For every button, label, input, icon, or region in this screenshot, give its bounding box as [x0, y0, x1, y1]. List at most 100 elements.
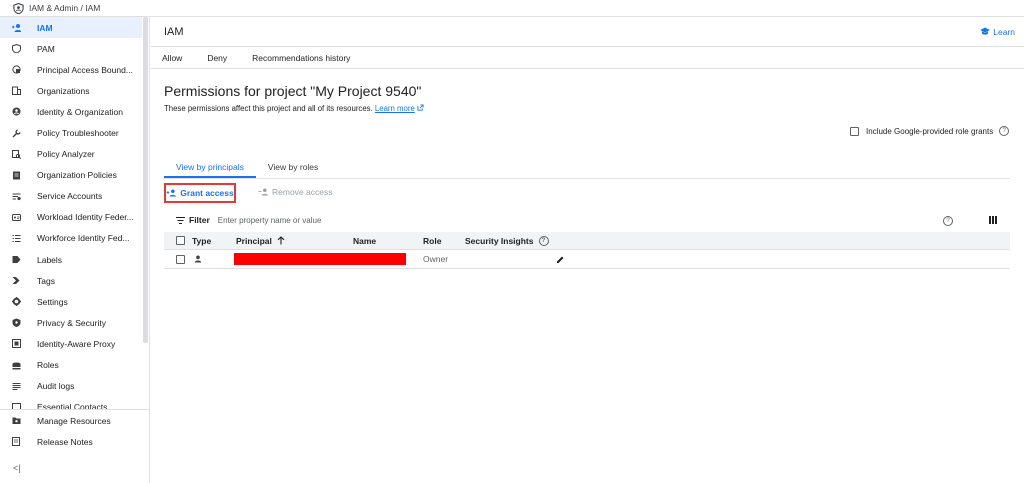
row-checkbox[interactable]	[176, 254, 185, 264]
sidebar-item-label: Policy Analyzer	[37, 149, 95, 160]
sidebar-item-essential-contacts[interactable]: Essential Contacts	[0, 397, 142, 409]
table-row: Owner	[164, 250, 1010, 269]
sidebar-item-pam[interactable]: PAM	[0, 38, 142, 59]
sidebar-item-audit-logs[interactable]: Audit logs	[0, 376, 142, 397]
sidebar: IAM PAM Principal Access Bound... Organizat…	[0, 17, 150, 483]
page-header: IAM Learn	[151, 17, 1024, 47]
page-description: These permissions affect this project an…	[164, 104, 424, 113]
sidebar-item-workforce-identity-fed[interactable]: Workforce Identity Fed...	[0, 228, 142, 249]
sidebar-nav: IAM PAM Principal Access Bound... Organizat…	[0, 17, 142, 409]
remove-person-icon	[258, 188, 268, 196]
col-role[interactable]: Role	[423, 232, 441, 249]
id-card-icon	[12, 213, 21, 222]
sidebar-item-label: Organization Policies	[37, 170, 117, 181]
help-icon[interactable]: ?	[999, 126, 1010, 136]
sidebar-item-label: Policy Troubleshooter	[37, 128, 119, 139]
sidebar-item-policy-troubleshooter[interactable]: Policy Troubleshooter	[0, 122, 142, 143]
sidebar-item-roles[interactable]: Roles	[0, 355, 142, 376]
filter-icon	[176, 216, 185, 224]
tab-view-by-roles[interactable]: View by roles	[256, 157, 330, 178]
tab-allow[interactable]: Allow	[162, 53, 182, 63]
insights-help-icon[interactable]: ?	[538, 235, 549, 246]
sidebar-bottom: Manage Resources Release Notes	[0, 409, 149, 452]
tab-recommendations-history[interactable]: Recommendations history	[252, 53, 350, 63]
sidebar-item-iam[interactable]: IAM	[0, 17, 142, 39]
page-title: Permissions for project "My Project 9540…	[164, 83, 422, 99]
sidebar-item-workload-identity-feder[interactable]: Workload Identity Feder...	[0, 207, 142, 228]
policy-tabs: Allow Deny Recommendations history	[151, 47, 1024, 69]
notes-icon	[12, 437, 21, 446]
sidebar-item-label: Principal Access Bound...	[37, 64, 133, 75]
remove-access-label: Remove access	[272, 187, 333, 197]
sidebar-item-label: Identity-Aware Proxy	[37, 338, 116, 349]
col-security-insights[interactable]: Security Insights ?	[465, 232, 549, 249]
table-help-icon[interactable]: ?	[943, 216, 953, 226]
sidebar-item-label: Release Notes	[37, 436, 93, 447]
sidebar-item-principal-access-bound[interactable]: Principal Access Bound...	[0, 59, 142, 80]
sidebar-item-label: Tags	[37, 275, 55, 286]
sidebar-item-label: Privacy & Security	[37, 317, 106, 328]
filter-label: Filter	[189, 215, 210, 225]
sidebar-item-label: Identity & Organization	[37, 106, 123, 117]
col-principal[interactable]: Principal	[236, 232, 285, 249]
learn-label: Learn	[993, 26, 1015, 37]
proxy-icon	[12, 339, 21, 349]
sidebar-item-identity-organization[interactable]: Identity & Organization	[0, 101, 142, 122]
filter-bar[interactable]: Filter Enter property name or value	[164, 210, 1010, 230]
audit-icon	[12, 382, 21, 391]
sidebar-item-label: IAM	[37, 22, 53, 33]
sidebar-item-organizations[interactable]: Organizations	[0, 80, 142, 101]
description-text: These permissions affect this project an…	[164, 104, 373, 113]
learn-button[interactable]: Learn	[980, 27, 1015, 37]
sidebar-item-manage-resources[interactable]: Manage Resources	[0, 410, 149, 431]
page-header-title: IAM	[164, 25, 184, 38]
redacted-principal	[234, 253, 406, 265]
gear-icon	[12, 297, 21, 307]
sidebar-item-settings[interactable]: Settings	[0, 291, 142, 312]
col-security-insights-label: Security Insights	[465, 235, 534, 246]
col-type[interactable]: Type	[192, 232, 211, 249]
top-bar: IAM & Admin / IAM	[0, 0, 1024, 17]
sidebar-item-label: Workload Identity Feder...	[37, 212, 134, 223]
sidebar-item-identity-aware-proxy[interactable]: Identity-Aware Proxy	[0, 333, 142, 354]
column-display-icon[interactable]	[989, 216, 997, 224]
tab-deny[interactable]: Deny	[207, 53, 227, 63]
sidebar-item-label: Workforce Identity Fed...	[37, 233, 130, 244]
sidebar-item-label: Organizations	[37, 85, 90, 96]
sidebar-item-release-notes[interactable]: Release Notes	[0, 431, 149, 452]
breadcrumb[interactable]: IAM & Admin / IAM	[29, 3, 100, 13]
sidebar-item-organization-policies[interactable]: Organization Policies	[0, 165, 142, 186]
sidebar-item-labels[interactable]: Labels	[0, 249, 142, 270]
select-all-checkbox[interactable]	[176, 236, 185, 245]
learn-more-link[interactable]: Learn more	[375, 104, 424, 113]
sidebar-item-privacy-security[interactable]: Privacy & Security	[0, 312, 142, 333]
sidebar-item-label: Service Accounts	[37, 191, 103, 202]
folder-icon	[12, 416, 21, 425]
shield-icon	[12, 44, 21, 54]
col-name[interactable]: Name	[353, 232, 376, 249]
filter-input[interactable]: Enter property name or value	[218, 216, 322, 225]
tab-view-by-principals[interactable]: View by principals	[164, 157, 256, 178]
table-header: Type Principal Name Role Security Insigh…	[164, 232, 1010, 250]
sidebar-item-label: Manage Resources	[37, 415, 111, 426]
learn-more-label: Learn more	[374, 104, 415, 113]
main-content: IAM Learn Allow Deny Recommendations his…	[151, 17, 1024, 483]
school-icon	[980, 27, 991, 35]
collapse-sidebar-button[interactable]: <|	[13, 463, 21, 473]
include-google-label: Include Google-provided role grants	[866, 126, 994, 136]
sidebar-scrollbar[interactable]	[143, 17, 148, 343]
remove-access-button[interactable]: Remove access	[258, 187, 332, 197]
grant-access-label: Grant access	[180, 188, 234, 198]
grant-access-button[interactable]: Grant access	[164, 183, 236, 203]
sidebar-item-service-accounts[interactable]: Service Accounts	[0, 186, 142, 207]
building-icon	[12, 86, 21, 96]
sidebar-item-label: PAM	[37, 43, 55, 54]
edit-pencil-icon[interactable]	[556, 255, 565, 264]
label-icon	[12, 255, 21, 264]
sidebar-item-tags[interactable]: Tags	[0, 270, 142, 291]
sidebar-item-policy-analyzer[interactable]: Policy Analyzer	[0, 144, 142, 165]
wrench-icon	[12, 128, 21, 138]
service-account-icon	[12, 192, 21, 201]
policy-analyzer-icon	[12, 149, 21, 159]
include-google-checkbox[interactable]	[850, 126, 859, 136]
